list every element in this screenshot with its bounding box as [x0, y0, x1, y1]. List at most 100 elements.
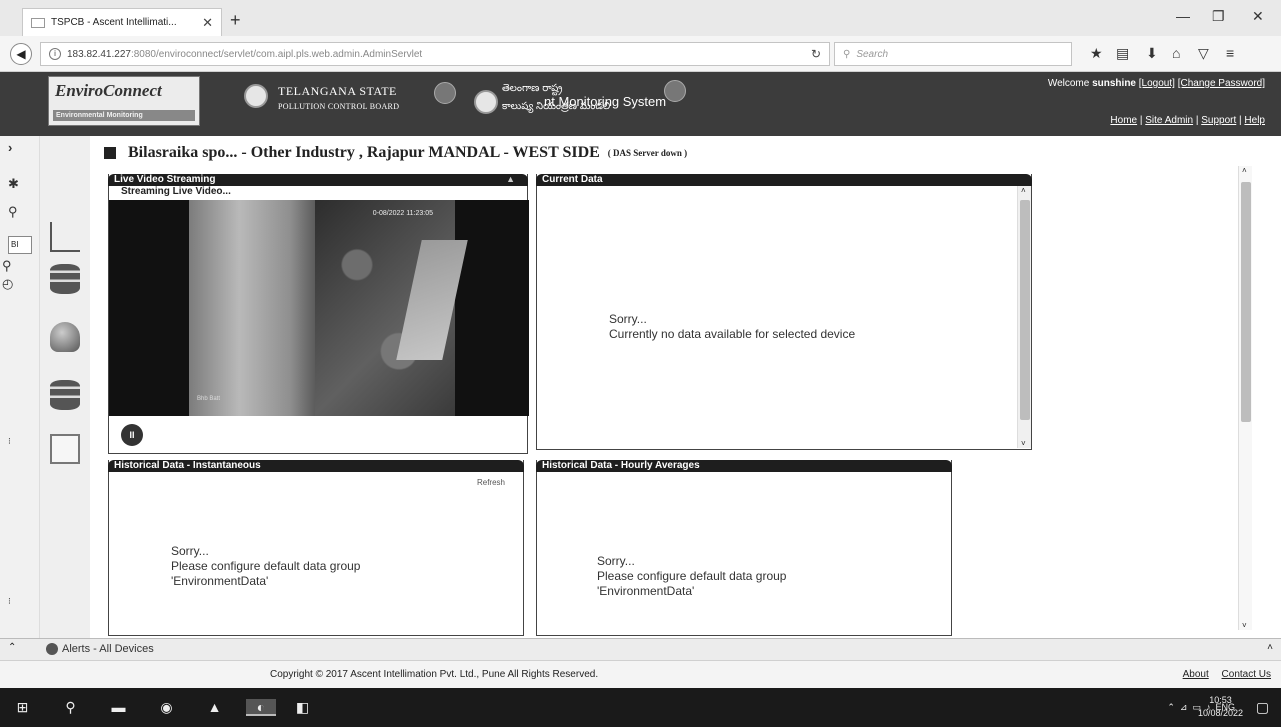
reload-icon[interactable]: ↻ [811, 47, 821, 61]
notifications-icon[interactable]: ▢ [1254, 699, 1271, 716]
firefox-icon[interactable]: ◐ [246, 699, 276, 716]
tree-sidebar: › ✱ ⚲ BI ⚲ ◴ ⁝ ⁝ [0, 136, 40, 638]
file-explorer-icon[interactable]: ▬ [110, 699, 127, 716]
trend-graph-icon[interactable] [50, 222, 80, 252]
vlc-icon[interactable]: ▲ [206, 699, 223, 716]
close-tab-icon[interactable]: ✕ [202, 15, 213, 31]
scroll-up-icon[interactable]: ˄ [1242, 166, 1247, 175]
video-timestamp: 0-08/2022 11:23:05 [372, 210, 433, 217]
scrollbar-thumb[interactable] [1020, 200, 1030, 420]
page-favicon-icon [31, 17, 45, 28]
search-placeholder: Search [856, 48, 889, 60]
windows-start-icon[interactable]: ⊞ [14, 699, 31, 716]
collapse-alerts-icon[interactable]: ˄ [1267, 642, 1273, 653]
panel-header: Current Data [536, 174, 1032, 186]
tspcb-board-logo: TELANGANA STATE POLLUTION CONTROL BOARD [244, 80, 466, 126]
username: sunshine [1092, 78, 1136, 89]
tray-expand-icon[interactable]: ⌃ [1167, 702, 1175, 712]
refresh-button[interactable]: Refresh [477, 478, 505, 487]
system-title: nt Monitoring System [544, 94, 667, 109]
back-button[interactable]: ◀ [10, 43, 32, 65]
expand-sidebar-icon[interactable]: › [8, 140, 12, 155]
search-icon[interactable]: ⚲ [62, 699, 79, 716]
alerts-icon [46, 643, 58, 655]
contact-link[interactable]: Contact Us [1222, 669, 1271, 680]
pause-button[interactable]: II [121, 424, 143, 446]
database-icon[interactable] [50, 380, 80, 410]
menu-icon[interactable]: ≡ [1226, 45, 1234, 61]
scroll-down-icon[interactable]: ˅ [1242, 621, 1247, 630]
remote-desktop-icon[interactable]: ◧ [294, 699, 311, 716]
site-admin-link[interactable]: Site Admin [1145, 115, 1193, 126]
url-bar[interactable]: i 183.82.41.227:8080/enviroconnect/servl… [40, 42, 830, 66]
chrome-icon[interactable]: ◉ [158, 699, 175, 716]
scroll-down-icon[interactable]: ˅ [1021, 439, 1026, 448]
current-data-message: Sorry... Currently no data available for… [609, 312, 855, 342]
page-scrollbar[interactable]: ˄ ˅ [1238, 166, 1252, 630]
page-title: Bilasraika spo... - Other Industry , Raj… [104, 144, 687, 162]
new-tab-button[interactable]: + [230, 10, 241, 31]
config-text-line2: 'EnvironmentData' [597, 584, 695, 598]
alerts-bar[interactable]: ⌃ Alerts - All Devices ˄ [0, 638, 1281, 660]
reading-list-icon[interactable]: ▤ [1116, 45, 1129, 62]
historical-hourly-message: Sorry... Please configure default data g… [597, 554, 786, 599]
government-seal-icon [244, 84, 268, 108]
scrollbar-thumb[interactable] [1241, 182, 1251, 422]
minimize-window-icon[interactable]: — [1176, 8, 1190, 24]
collapse-panel-icon[interactable]: ▲ [506, 174, 515, 184]
tree-filter-input[interactable]: BI [8, 236, 32, 254]
panel-header: Historical Data - Instantaneous [108, 460, 524, 472]
browser-search-input[interactable]: ⚲ Search [834, 42, 1072, 66]
bookmark-star-icon[interactable]: ★ [1090, 45, 1103, 62]
config-text-line2: 'EnvironmentData' [171, 574, 269, 588]
station-title: Bilasraika spo... - Other Industry , Raj… [128, 144, 600, 161]
os-taskbar: ⊞ ⚲ ▬ ◉ ▲ ◐ ◧ ⌃ ⊿ ▭ ♪ ENG 10:53 10/08/20… [0, 688, 1281, 727]
logout-link[interactable]: [Logout] [1139, 78, 1175, 89]
scroll-handle-icon[interactable]: ⁝ [8, 596, 11, 607]
station-bullet-icon [104, 147, 116, 159]
restore-window-icon[interactable]: ❐ [1212, 8, 1225, 25]
video-stream[interactable]: 0-08/2022 11:23:05 Bhb Batt [109, 200, 529, 416]
pin-icon[interactable]: ✱ [8, 176, 19, 192]
alarm-icon[interactable] [50, 322, 80, 352]
help-link[interactable]: Help [1244, 115, 1265, 126]
downloads-icon[interactable]: ⬇ [1146, 45, 1158, 62]
support-link[interactable]: Support [1201, 115, 1236, 126]
report-icon[interactable] [50, 434, 80, 464]
historical-instantaneous-message: Sorry... Please configure default data g… [171, 544, 360, 589]
close-window-icon[interactable]: ✕ [1252, 8, 1264, 25]
top-links: Home | Site Admin | Support | Help [1110, 115, 1265, 126]
about-link[interactable]: About [1183, 669, 1209, 680]
search-tree-icon[interactable]: ⚲ [8, 204, 18, 220]
url-host: 183.82.41.227 [67, 48, 131, 60]
browser-tab[interactable]: TSPCB - Ascent Intellimati... ✕ [22, 8, 222, 36]
pocket-icon[interactable]: ▽ [1198, 45, 1209, 62]
logo-title: EnviroConnect [55, 81, 162, 100]
browser-nav-bar: ◀ i 183.82.41.227:8080/enviroconnect/ser… [0, 36, 1281, 72]
scroll-handle-icon[interactable]: ⁝ [8, 436, 11, 447]
database-icon[interactable] [50, 264, 80, 294]
panel-scrollbar[interactable]: ˄ ˅ [1017, 186, 1031, 448]
config-text-line1: Please configure default data group [171, 559, 361, 573]
tree-emblem-icon [434, 82, 456, 104]
sorry-text: Sorry... [597, 554, 635, 568]
taskbar-clock[interactable]: 10:53 10/08/2022 [1198, 694, 1243, 720]
network-icon[interactable]: ⊿ [1180, 702, 1188, 712]
zoom-icon[interactable]: ⚲ [2, 258, 12, 274]
tree-emblem-icon [664, 80, 686, 102]
browser-tab-bar: TSPCB - Ascent Intellimati... ✕ + — ❐ ✕ [0, 0, 1281, 36]
welcome-bar: Welcome sunshine [Logout] [Change Passwo… [1048, 78, 1265, 89]
alerts-label: Alerts - All Devices [62, 643, 154, 655]
sorry-text: Sorry... [171, 544, 209, 558]
site-info-icon[interactable]: i [49, 48, 61, 60]
clock-icon[interactable]: ◴ [2, 276, 13, 292]
home-icon[interactable]: ⌂ [1172, 45, 1180, 61]
change-password-link[interactable]: [Change Password] [1178, 78, 1265, 89]
enviroconnect-logo: EnviroConnect Environmental Monitoring [48, 76, 200, 126]
historical-instantaneous-panel: Historical Data - Instantaneous Refresh … [108, 460, 524, 636]
home-link[interactable]: Home [1110, 115, 1137, 126]
panel-header: Historical Data - Hourly Averages [536, 460, 952, 472]
no-data-text: Currently no data available for selected… [609, 327, 856, 341]
scroll-up-icon[interactable]: ˄ [1021, 186, 1026, 195]
expand-alerts-icon[interactable]: ⌃ [8, 642, 16, 653]
